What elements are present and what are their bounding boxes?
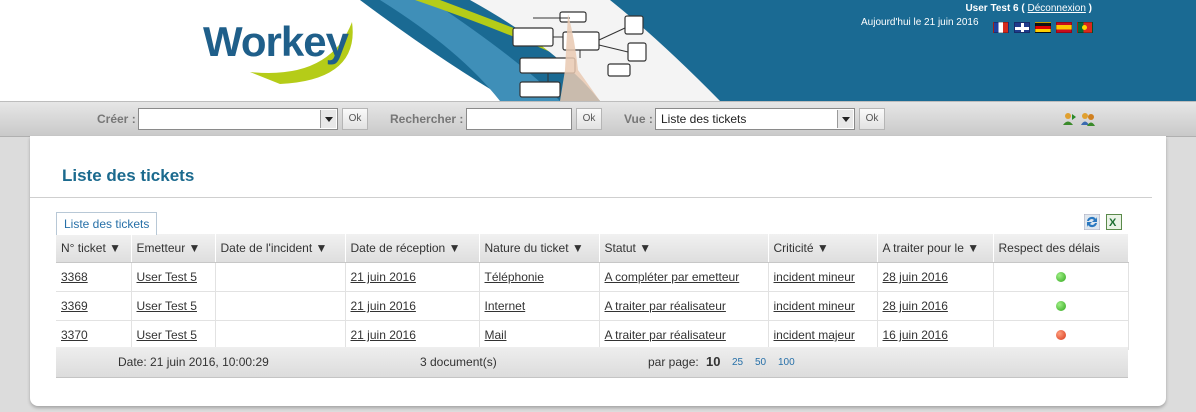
status-green-icon — [1055, 272, 1066, 282]
user-info: User Test 6 ( Déconnexion ) — [965, 3, 1092, 14]
svg-text:X: X — [1109, 217, 1117, 229]
excel-export-icon[interactable]: X — [1106, 214, 1122, 230]
column-header-incident-date[interactable]: Date de l'incident ▼ — [215, 234, 346, 263]
status-red-icon — [1055, 330, 1066, 340]
ticket-number-link[interactable]: 3370 — [61, 328, 88, 342]
incident-date-cell — [215, 291, 346, 321]
table-row: 3370 User Test 5 21 juin 2016 Mail A tra… — [56, 320, 1129, 350]
reception-date-link[interactable]: 21 juin 2016 — [351, 299, 416, 313]
criticite-link[interactable]: incident mineur — [774, 270, 855, 284]
users-group-icon[interactable] — [1081, 112, 1095, 126]
table-footer: Date: 21 juin 2016, 10:00:29 3 document(… — [56, 347, 1128, 378]
create-select[interactable] — [138, 108, 338, 130]
ticket-number-link[interactable]: 3369 — [61, 299, 88, 313]
column-header-nature[interactable]: Nature du ticket ▼ — [479, 234, 600, 263]
ticket-number-link[interactable]: 3368 — [61, 270, 88, 284]
column-header-reception-date[interactable]: Date de réception ▼ — [345, 234, 480, 263]
search-label: Rechercher : — [390, 112, 464, 126]
statut-link[interactable]: A traiter par réalisateur — [605, 299, 726, 313]
table-row: 3368 User Test 5 21 juin 2016 Téléphonie… — [56, 262, 1129, 292]
toolbar: Créer : Ok Rechercher : Ok Vue : Liste d… — [0, 101, 1196, 137]
criticite-link[interactable]: incident mineur — [774, 299, 855, 313]
user-switch-icon[interactable] — [1063, 112, 1077, 126]
french-flag-icon[interactable] — [993, 22, 1009, 33]
portuguese-flag-icon[interactable] — [1077, 22, 1093, 33]
emetteur-link[interactable]: User Test 5 — [137, 299, 197, 313]
language-selector — [993, 22, 1093, 33]
per-page-option-50[interactable]: 50 — [755, 357, 766, 368]
nature-link[interactable]: Mail — [485, 328, 507, 342]
due-date-link[interactable]: 28 juin 2016 — [883, 270, 948, 284]
create-ok-button[interactable]: Ok — [342, 108, 368, 130]
spanish-flag-icon[interactable] — [1056, 22, 1072, 33]
view-ok-button[interactable]: Ok — [859, 108, 885, 130]
logout-link[interactable]: Déconnexion — [1028, 3, 1086, 14]
per-page-current: 10 — [706, 354, 721, 369]
column-header-deadline-respect: Respect des délais — [993, 234, 1129, 263]
german-flag-icon[interactable] — [1035, 22, 1051, 33]
banner-graphic — [250, 0, 1196, 101]
nature-link[interactable]: Téléphonie — [485, 270, 544, 284]
tab-ticket-list[interactable]: Liste des tickets — [56, 212, 158, 235]
view-label: Vue : — [624, 112, 653, 126]
column-header-due-date[interactable]: A traiter pour le ▼ — [877, 234, 994, 263]
view-select[interactable]: Liste des tickets — [655, 108, 855, 130]
ticket-table: N° ticket ▼ Emetteur ▼ Date de l'inciden… — [56, 234, 1129, 350]
due-date-link[interactable]: 28 juin 2016 — [883, 299, 948, 313]
refresh-icon[interactable] — [1084, 214, 1100, 230]
statut-link[interactable]: A compléter par emetteur — [605, 270, 740, 284]
incident-date-cell — [215, 320, 346, 350]
view-select-value: Liste des tickets — [661, 112, 747, 126]
header-banner: Workey User Test 6 ( Déconnexion ) Aujou… — [0, 0, 1196, 101]
workey-logo: Workey — [203, 18, 349, 65]
column-header-statut[interactable]: Statut ▼ — [599, 234, 769, 263]
title-divider — [30, 197, 1152, 198]
incident-date-cell — [215, 262, 346, 292]
table-row: 3369 User Test 5 21 juin 2016 Internet A… — [56, 291, 1129, 321]
document-count: 3 document(s) — [420, 355, 497, 369]
statut-link[interactable]: A traiter par réalisateur — [605, 328, 726, 342]
criticite-link[interactable]: incident majeur — [774, 328, 855, 342]
reception-date-link[interactable]: 21 juin 2016 — [351, 328, 416, 342]
status-green-icon — [1055, 301, 1066, 311]
per-page-option-100[interactable]: 100 — [778, 357, 795, 368]
main-panel: Liste des tickets Liste des tickets X N°… — [30, 136, 1166, 406]
column-header-ticket-number[interactable]: N° ticket ▼ — [56, 234, 132, 263]
nature-link[interactable]: Internet — [485, 299, 526, 313]
chevron-down-icon — [837, 110, 853, 128]
table-header-row: N° ticket ▼ Emetteur ▼ Date de l'inciden… — [56, 234, 1129, 263]
emetteur-link[interactable]: User Test 5 — [137, 328, 197, 342]
footer-date: Date: 21 juin 2016, 10:00:29 — [118, 355, 269, 369]
reception-date-link[interactable]: 21 juin 2016 — [351, 270, 416, 284]
search-input[interactable] — [466, 108, 572, 130]
column-header-criticite[interactable]: Criticité ▼ — [768, 234, 878, 263]
user-name: User Test 6 — [965, 3, 1019, 14]
chevron-down-icon — [320, 110, 336, 128]
column-header-emetteur[interactable]: Emetteur ▼ — [131, 234, 216, 263]
emetteur-link[interactable]: User Test 5 — [137, 270, 197, 284]
per-page-label: par page: — [648, 355, 699, 369]
ticket-grid: N° ticket ▼ Emetteur ▼ Date de l'inciden… — [56, 234, 1129, 350]
per-page-option-25[interactable]: 25 — [732, 357, 743, 368]
search-ok-button[interactable]: Ok — [576, 108, 602, 130]
english-flag-icon[interactable] — [1014, 22, 1030, 33]
create-label: Créer : — [97, 112, 136, 126]
page-title: Liste des tickets — [62, 166, 195, 185]
today-date: Aujourd'hui le 21 juin 2016 — [861, 17, 979, 28]
due-date-link[interactable]: 16 juin 2016 — [883, 328, 948, 342]
